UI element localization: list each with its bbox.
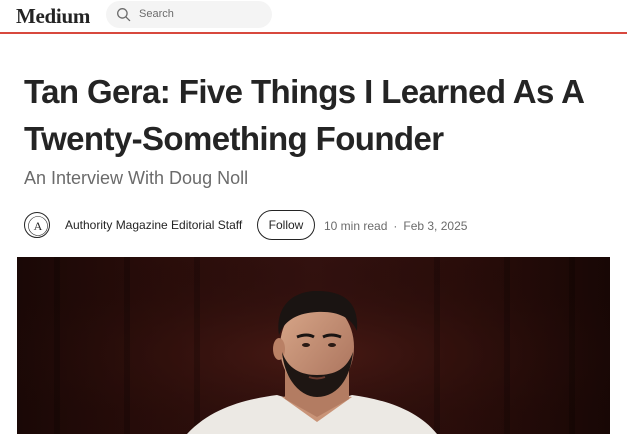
- hero-image: [17, 257, 610, 434]
- article-title: Tan Gera: Five Things I Learned As A Twe…: [24, 73, 584, 157]
- article-meta: 10 min read · Feb 3, 2025: [324, 219, 467, 233]
- portrait-illustration: [17, 257, 610, 434]
- article-subtitle: An Interview With Doug Noll: [24, 168, 249, 188]
- top-nav-bar: Medium Search: [0, 0, 627, 34]
- medium-article-page: Medium Search Tan Gera: Five Things I Le…: [0, 0, 627, 434]
- authority-magazine-logo-icon: A: [28, 216, 48, 236]
- author-avatar[interactable]: A: [24, 212, 50, 238]
- author-name[interactable]: Authority Magazine Editorial Staff: [65, 218, 242, 232]
- search-bar[interactable]: Search: [106, 1, 272, 28]
- follow-button[interactable]: Follow: [257, 210, 315, 240]
- medium-logo[interactable]: Medium: [16, 4, 90, 29]
- search-placeholder: Search: [139, 8, 174, 20]
- meta-separator: ·: [393, 219, 398, 233]
- publish-date: Feb 3, 2025: [403, 219, 468, 233]
- search-icon: [117, 8, 131, 22]
- read-time: 10 min read: [324, 219, 388, 233]
- avatar-letter: A: [34, 219, 43, 233]
- byline: A Authority Magazine Editorial Staff Fol…: [24, 210, 614, 240]
